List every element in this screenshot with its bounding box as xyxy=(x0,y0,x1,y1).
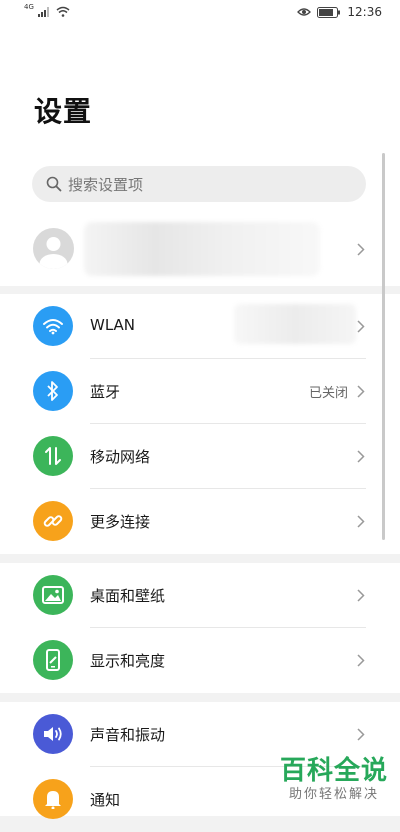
chevron-right-icon xyxy=(356,588,366,602)
row-bluetooth[interactable]: 蓝牙 已关闭 xyxy=(0,359,400,424)
status-right: 12:36 xyxy=(297,5,382,19)
row-label: 声音和振动 xyxy=(90,726,166,744)
phone-brightness-icon xyxy=(33,640,73,680)
image-icon xyxy=(33,575,73,615)
chevron-right-icon xyxy=(356,653,366,667)
search-icon xyxy=(46,176,62,192)
chevron-right-icon xyxy=(356,727,366,741)
search-placeholder: 搜索设置项 xyxy=(68,175,144,194)
row-label: 桌面和壁纸 xyxy=(90,587,166,605)
bluetooth-status: 已关闭 xyxy=(308,386,348,401)
status-bar: 4G 12:36 xyxy=(0,0,400,24)
link-icon xyxy=(33,501,73,541)
signal-icon xyxy=(37,7,49,17)
chevron-right-icon xyxy=(356,242,366,256)
row-label: 蓝牙 xyxy=(90,383,121,401)
chevron-right-icon xyxy=(356,319,366,333)
row-label: 显示和亮度 xyxy=(90,652,166,670)
settings-page: 4G 12:36 设置 搜索设置项 WLAN 蓝牙 已关闭 移动网络 更多连接 … xyxy=(0,0,400,819)
avatar xyxy=(33,228,74,269)
watermark-title: 百科全说 xyxy=(279,756,388,786)
account-info-blurred xyxy=(84,222,320,276)
page-title: 设置 xyxy=(34,95,93,128)
row-display[interactable]: 显示和亮度 xyxy=(0,628,400,693)
network-type: 4G xyxy=(24,3,34,11)
chevron-right-icon xyxy=(356,449,366,463)
row-mobile-network[interactable]: 移动网络 xyxy=(0,424,400,489)
row-more-connections[interactable]: 更多连接 xyxy=(0,489,400,554)
search-bar[interactable]: 搜索设置项 xyxy=(32,166,366,202)
account-row[interactable] xyxy=(0,214,400,284)
status-left: 4G xyxy=(24,3,70,17)
group-connectivity: WLAN 蓝牙 已关闭 移动网络 更多连接 xyxy=(0,294,400,554)
row-wallpaper[interactable]: 桌面和壁纸 xyxy=(0,563,400,628)
chevron-right-icon xyxy=(356,514,366,528)
scrollbar[interactable] xyxy=(382,153,385,540)
watermark: 百科全说 助你轻松解决 xyxy=(278,756,390,804)
row-label: 移动网络 xyxy=(90,448,151,466)
row-label: 通知 xyxy=(90,791,121,809)
group-display: 桌面和壁纸 显示和亮度 xyxy=(0,563,400,693)
row-wlan[interactable]: WLAN xyxy=(0,294,400,359)
wifi-icon xyxy=(33,306,73,346)
bell-icon xyxy=(33,779,73,819)
wlan-network-blurred xyxy=(234,304,356,344)
watermark-subtitle: 助你轻松解决 xyxy=(288,787,379,802)
battery-icon xyxy=(317,6,341,18)
eye-icon xyxy=(297,8,312,16)
wifi-icon xyxy=(56,6,70,17)
row-label: WLAN xyxy=(90,316,136,334)
chevron-right-icon xyxy=(356,384,366,398)
clock: 12:36 xyxy=(347,5,382,19)
speaker-icon xyxy=(33,714,73,754)
mobile-data-icon xyxy=(33,436,73,476)
bluetooth-icon xyxy=(33,371,73,411)
row-label: 更多连接 xyxy=(90,513,151,531)
